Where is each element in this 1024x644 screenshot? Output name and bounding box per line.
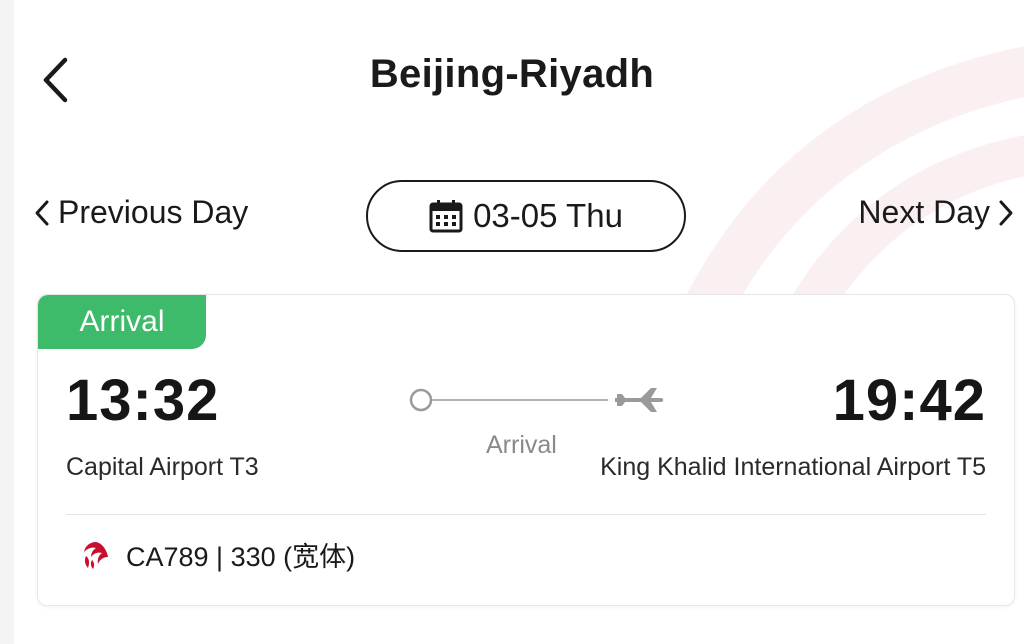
chevron-left-small-icon <box>35 200 49 225</box>
header: Beijing-Riyadh <box>0 0 1024 150</box>
departure-airport: Capital Airport T3 <box>66 453 259 481</box>
airplane-icon <box>615 388 664 412</box>
page-title: Beijing-Riyadh <box>369 52 655 96</box>
origin-circle-icon <box>409 388 433 412</box>
date-navigation: Previous Day 03-05 Thu Next Day <box>0 180 1024 254</box>
route-label: Arrival <box>486 431 557 459</box>
flight-number: CA789 | 330 (宽体) <box>126 542 356 572</box>
date-label: 03-05 Thu <box>473 197 623 234</box>
route-line <box>409 388 664 412</box>
next-day-button[interactable]: Next Day <box>858 194 1014 231</box>
airline-logo-icon <box>84 541 108 569</box>
flight-info: CA789 | 330 (宽体) <box>80 535 355 574</box>
divider <box>66 514 986 515</box>
calendar-icon <box>429 200 463 233</box>
chevron-right-small-icon <box>999 200 1013 225</box>
next-day-label: Next Day <box>858 194 990 230</box>
flight-card[interactable]: Arrival 13:32 19:42 Arrival Capital Airp… <box>37 294 1015 606</box>
status-badge: Arrival <box>38 295 206 349</box>
departure-time: 13:32 <box>66 368 220 433</box>
date-selector[interactable]: 03-05 Thu <box>366 180 686 252</box>
arrival-airport: King Khalid International Airport T5 <box>600 453 986 481</box>
previous-day-button[interactable]: Previous Day <box>34 194 248 231</box>
previous-day-label: Previous Day <box>58 194 249 230</box>
arrival-time: 19:42 <box>832 368 986 433</box>
